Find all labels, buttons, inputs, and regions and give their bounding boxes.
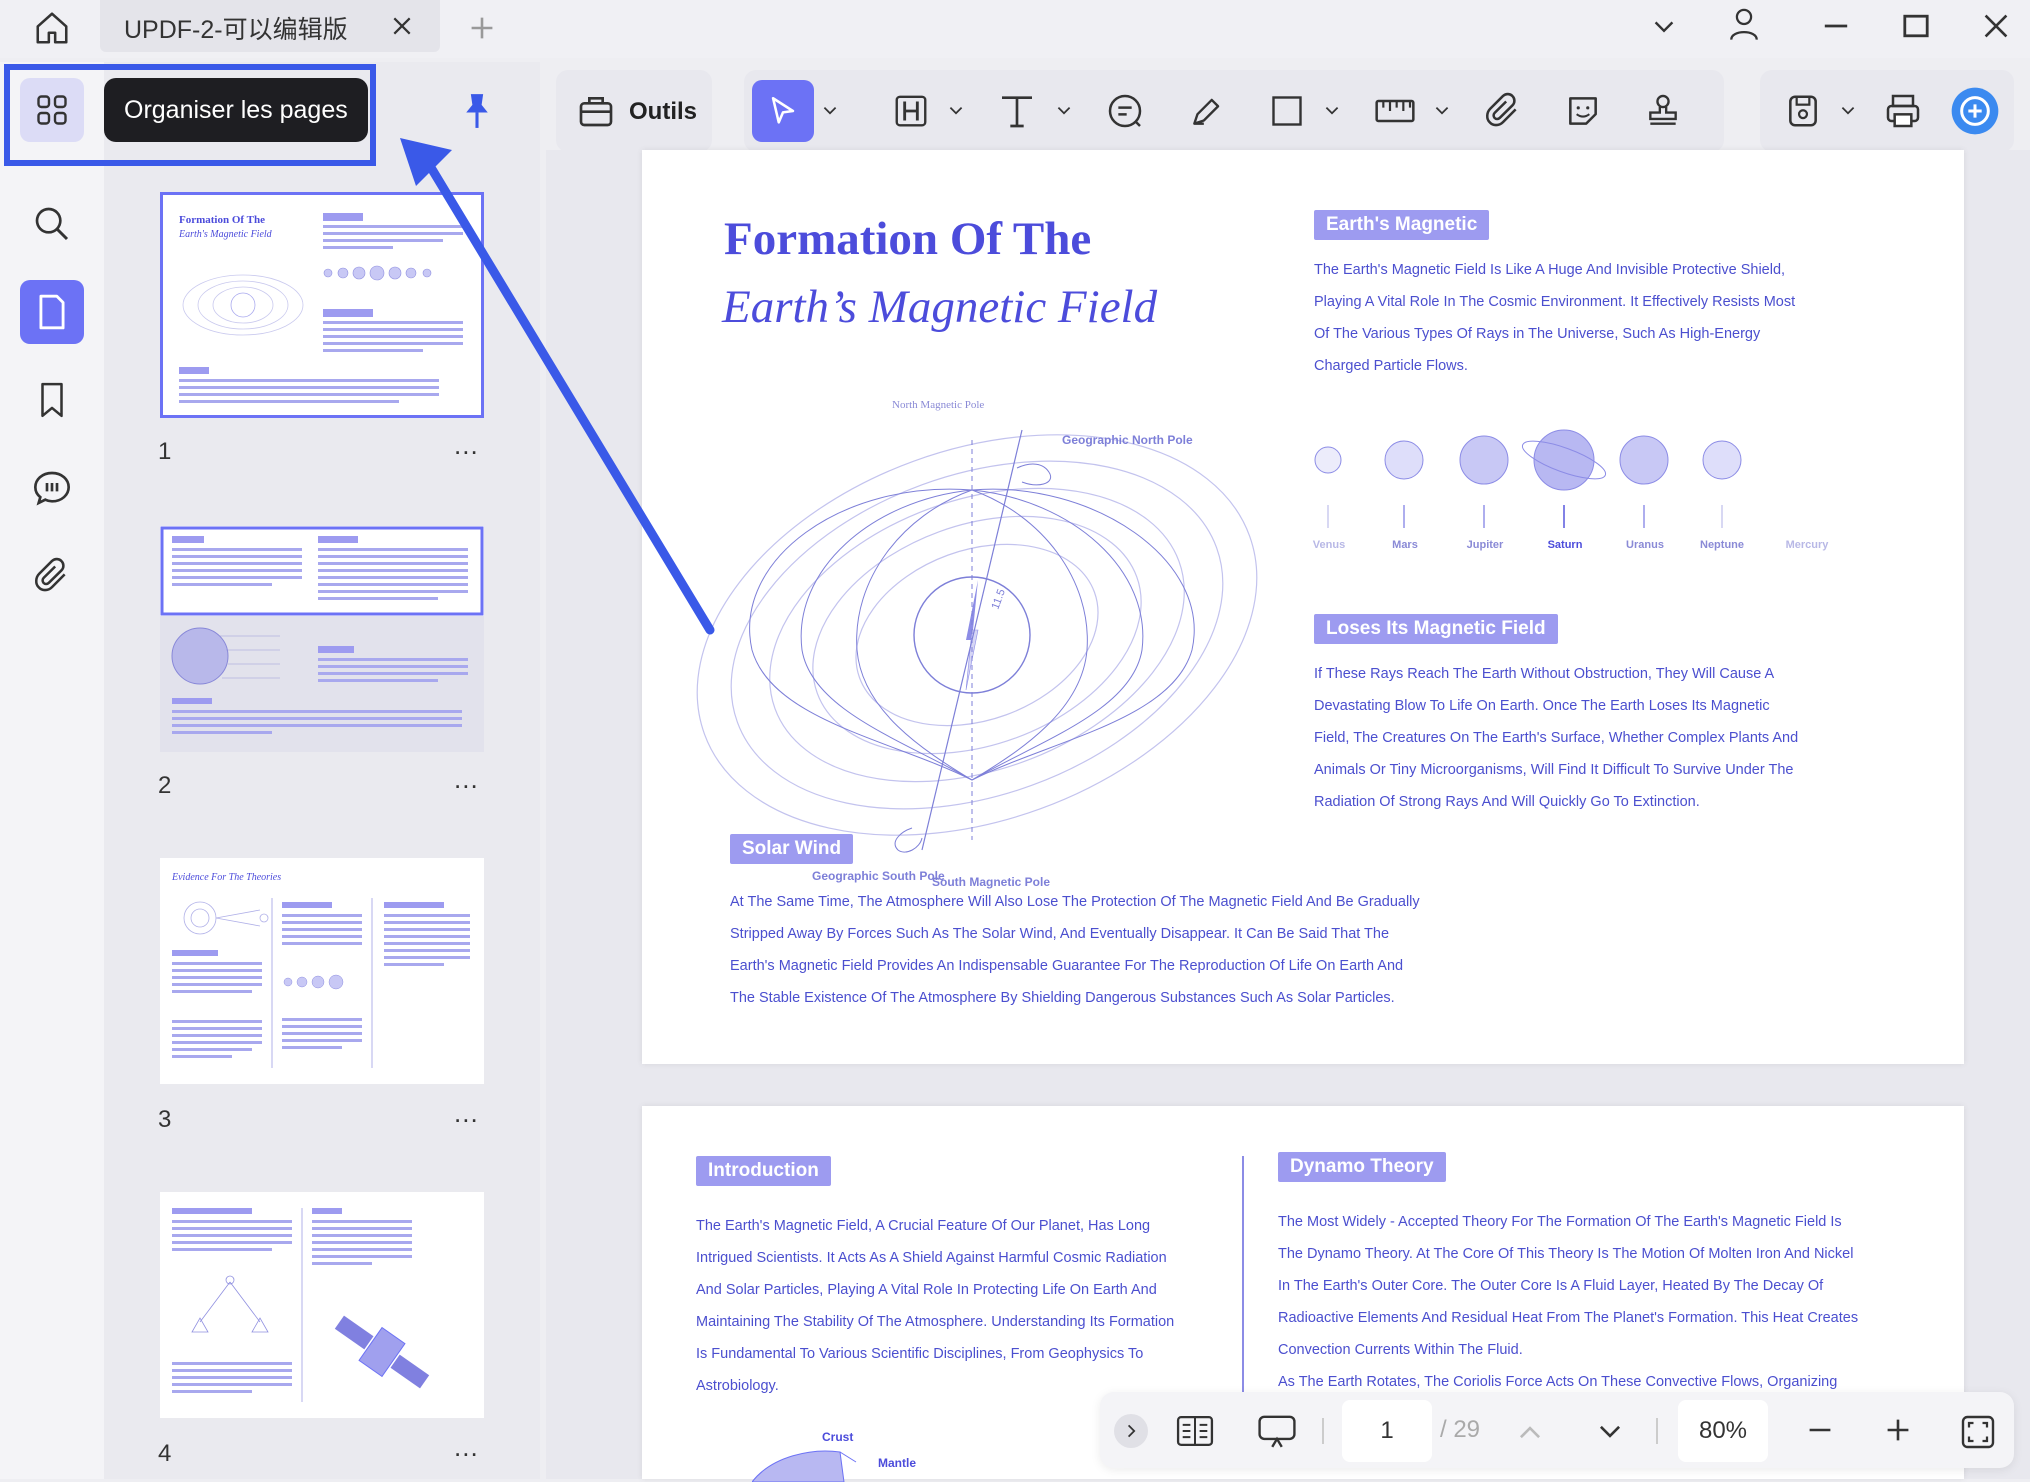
planet-label-mars: Mars	[1392, 539, 1418, 551]
zoom-level-input[interactable]: 80%	[1678, 1400, 1768, 1462]
section-header-introduction: Introduction	[696, 1156, 831, 1186]
previous-page-icon[interactable]	[1510, 1412, 1550, 1452]
ai-assistant-button[interactable]	[1944, 80, 2006, 142]
planet-label-jupiter: Jupiter	[1466, 539, 1504, 551]
thumb3-title: Evidence For The Theories	[171, 872, 281, 883]
thumbnail-number-3: 3	[158, 1106, 172, 1133]
current-page-input[interactable]: 1	[1342, 1400, 1432, 1462]
pin-icon[interactable]	[454, 88, 500, 134]
thumbnail-number-2: 2	[158, 772, 172, 799]
comment-tool-button[interactable]	[1094, 80, 1156, 142]
fit-page-icon[interactable]	[1956, 1410, 2000, 1454]
home-icon[interactable]	[24, 4, 80, 52]
thumb1-title-line2: Earth's Magnetic Field	[178, 229, 273, 240]
title-bar: UPDF-2-可以编辑版	[0, 0, 2030, 58]
left-rail	[0, 62, 104, 1479]
text-tool-button[interactable]	[986, 80, 1048, 142]
save-button[interactable]	[1772, 80, 1834, 142]
chevron-down-icon[interactable]	[1432, 100, 1452, 120]
pen-tool-button[interactable]	[1176, 80, 1238, 142]
toolbox-icon[interactable]	[574, 88, 618, 132]
next-page-icon[interactable]	[1590, 1412, 1630, 1452]
chevron-down-icon[interactable]	[820, 100, 840, 120]
sticker-tool-button[interactable]	[1552, 80, 1614, 142]
maximize-icon[interactable]	[1894, 4, 1938, 48]
label-geographic-north: Geographic North Pole	[1062, 433, 1193, 447]
close-tab-icon[interactable]	[384, 8, 420, 44]
planet-label-mercury: Mercury	[1785, 539, 1829, 551]
new-tab-icon[interactable]	[462, 8, 502, 48]
chevron-down-icon[interactable]	[1838, 100, 1858, 120]
planet-label-saturn: Saturn	[1547, 539, 1583, 551]
shape-tool-button[interactable]	[1256, 80, 1318, 142]
label-mantle: Mantle	[878, 1456, 917, 1470]
select-tool-button[interactable]	[752, 80, 814, 142]
page-title-line2: Earth’s Magnetic Field	[722, 281, 1158, 333]
highlight-box	[4, 64, 376, 166]
section-text-loses-field: If These Rays Reach The Earth Without Ob…	[1314, 666, 1799, 810]
zoom-out-icon[interactable]	[1800, 1410, 1840, 1450]
page-layout-icon[interactable]	[1170, 1408, 1220, 1454]
stamp-tool-button[interactable]	[1632, 80, 1694, 142]
page-navigation-bar	[1100, 1392, 2014, 1468]
close-window-icon[interactable]	[1974, 4, 2018, 48]
page-thumbnail-3[interactable]: Evidence For The Theories	[160, 858, 484, 1084]
print-button[interactable]	[1872, 80, 1934, 142]
comments-icon[interactable]	[20, 456, 84, 520]
chevron-down-icon[interactable]	[1322, 100, 1342, 120]
thumbnail-more-button-3[interactable]: ...	[454, 1098, 479, 1129]
planet-label-neptune: Neptune	[1700, 539, 1744, 551]
section-header-solar-wind: Solar Wind	[730, 834, 854, 864]
section-text-dynamo-theory: The Most Widely - Accepted Theory For Th…	[1278, 1214, 1859, 1390]
search-icon[interactable]	[20, 192, 84, 256]
section-header-loses-field: Loses Its Magnetic Field	[1314, 614, 1558, 644]
minimize-icon[interactable]	[1814, 4, 1858, 48]
tools-label[interactable]: Outils	[629, 98, 697, 126]
planet-label-venus: Venus	[1312, 539, 1346, 551]
thumbnails-button[interactable]	[20, 280, 84, 344]
zoom-in-icon[interactable]	[1878, 1410, 1918, 1450]
total-pages-label: / 29	[1440, 1416, 1481, 1443]
section-header-earths-magnetic: Earth's Magnetic	[1314, 210, 1490, 240]
bookmark-icon[interactable]	[20, 368, 84, 432]
presentation-icon[interactable]	[1252, 1408, 1302, 1454]
highlight-tool-button[interactable]	[880, 80, 942, 142]
page-thumbnail-4[interactable]	[160, 1192, 484, 1418]
divider	[1322, 1418, 1324, 1444]
collapse-bar-button[interactable]	[1114, 1414, 1148, 1448]
section-text-solar-wind: At The Same Time, The Atmosphere Will Al…	[730, 894, 1420, 1006]
label-geographic-south: Geographic South Pole	[812, 869, 945, 883]
chevron-down-icon[interactable]	[1644, 6, 1684, 46]
section-header-dynamo-theory: Dynamo Theory	[1278, 1152, 1446, 1182]
measure-tool-button[interactable]	[1364, 80, 1426, 142]
section-text-introduction: The Earth's Magnetic Field, A Crucial Fe…	[696, 1218, 1175, 1394]
user-account-icon[interactable]	[1722, 2, 1766, 46]
tab-title: UPDF-2-可以编辑版	[124, 16, 348, 44]
earth-layers-diagram	[752, 1450, 857, 1482]
page-title-line1: Formation Of The	[724, 213, 1092, 265]
thumbnail-more-button-4[interactable]: ...	[454, 1432, 479, 1463]
thumbnail-number-1: 1	[158, 438, 172, 465]
attach-file-tool-button[interactable]	[1472, 80, 1534, 142]
divider	[1656, 1418, 1658, 1444]
document-page-1: Formation Of The Earth’s Magnetic Field …	[642, 150, 1964, 1064]
label-north-magnetic-pole: North Magnetic Pole	[892, 399, 984, 411]
chevron-down-icon[interactable]	[1054, 100, 1074, 120]
attachment-icon[interactable]	[20, 544, 84, 608]
chevron-down-icon[interactable]	[946, 100, 966, 120]
thumb1-title-line1: Formation Of The	[179, 214, 265, 226]
thumbnail-more-button-2[interactable]: ...	[454, 764, 479, 795]
annotation-arrow	[400, 138, 715, 635]
section-text-earths-magnetic: The Earth's Magnetic Field Is Like A Hug…	[1314, 262, 1796, 374]
planet-label-uranus: Uranus	[1626, 539, 1664, 551]
thumbnail-number-4: 4	[158, 1440, 172, 1467]
